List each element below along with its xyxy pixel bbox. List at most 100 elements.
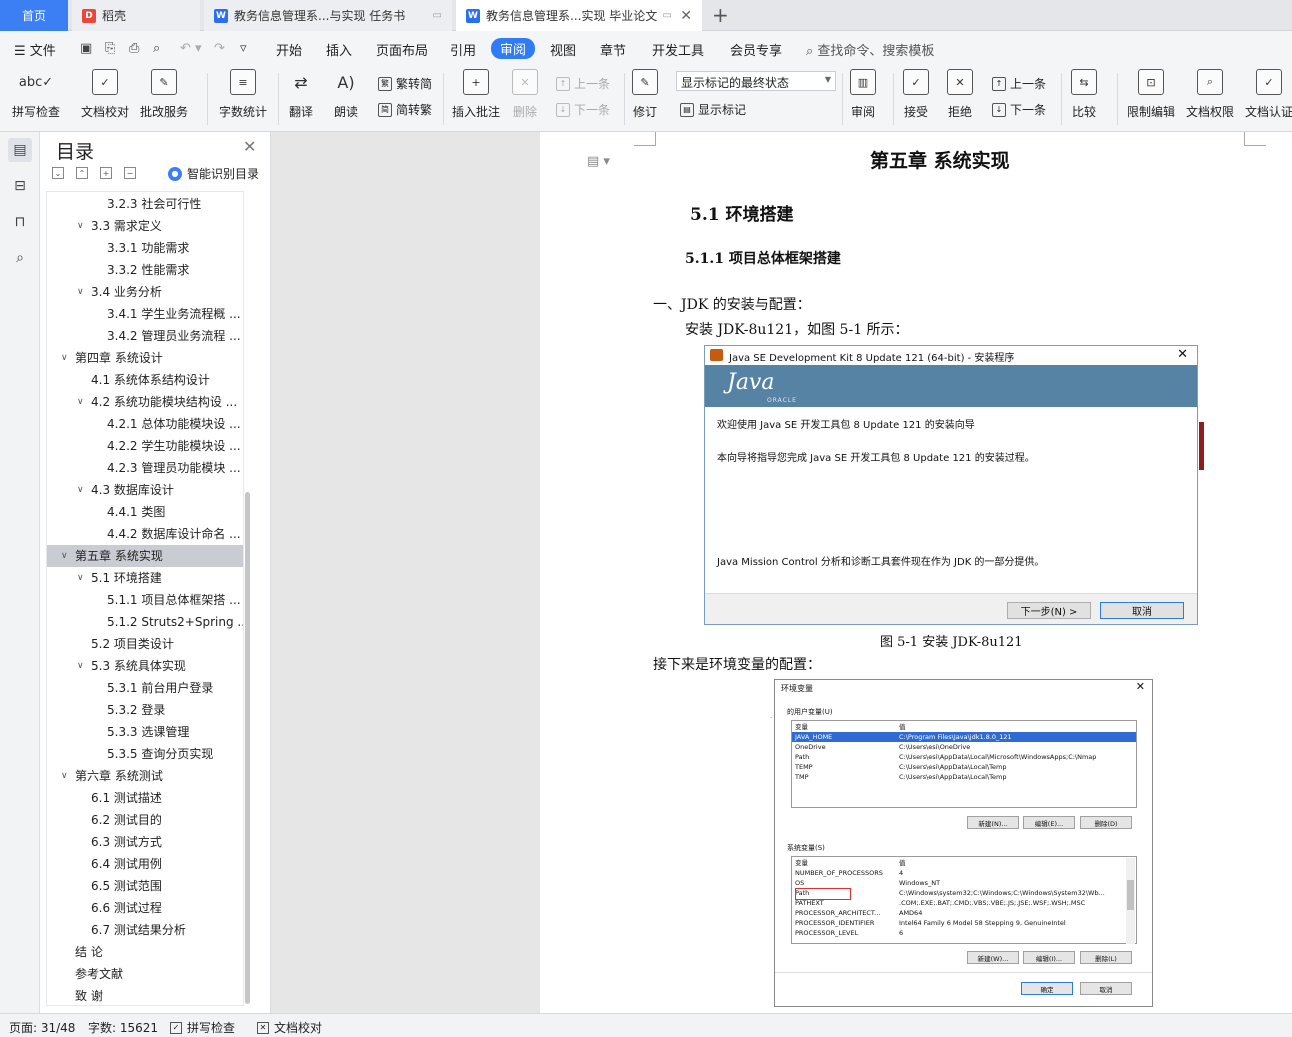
menu-reference[interactable]: 引用 bbox=[450, 40, 476, 59]
tab-home[interactable]: 首页 bbox=[0, 0, 68, 31]
toc-item[interactable]: 6.1 测试描述 bbox=[47, 787, 243, 809]
word-count-button[interactable]: ≡ 字数统计 bbox=[219, 69, 267, 120]
chevron-down-icon[interactable]: ∨ bbox=[77, 479, 84, 501]
collapse-all-icon[interactable]: ⌄ bbox=[52, 167, 64, 179]
toc-item[interactable]: ∨ 第五章 系统实现 bbox=[47, 545, 243, 567]
toc-item[interactable]: ∨ 3.3 需求定义 bbox=[47, 215, 243, 237]
chevron-down-icon[interactable]: ∨ bbox=[61, 545, 68, 567]
search-icon[interactable]: ⌕ bbox=[8, 246, 32, 270]
close-icon[interactable]: ✕ bbox=[680, 8, 692, 24]
toc-item[interactable]: ∨ 5.1 环境搭建 bbox=[47, 567, 243, 589]
toc-item[interactable]: 致 谢 bbox=[47, 985, 243, 1005]
translate-button[interactable]: ⇄ 翻译 bbox=[288, 69, 314, 120]
toc-item[interactable]: 6.4 测试用例 bbox=[47, 853, 243, 875]
toc-scrollbar[interactable] bbox=[245, 492, 250, 1004]
bookmark-icon[interactable]: ⊓ bbox=[8, 210, 32, 234]
toc-item[interactable]: 5.1.1 项目总体框架搭 ... bbox=[47, 589, 243, 611]
toc-item[interactable]: 4.4.2 数据库设计命名 ... bbox=[47, 523, 243, 545]
page-indicator[interactable]: 页面: 31/48 bbox=[9, 1019, 75, 1036]
document-permission-button[interactable]: ⌕ 文档权限 bbox=[1186, 69, 1234, 120]
tab-docer[interactable]: D 稻壳 bbox=[72, 0, 200, 31]
compare-button[interactable]: ⇆ 比较 bbox=[1071, 69, 1097, 120]
toc-item[interactable]: 4.2.3 管理员功能模块 ... bbox=[47, 457, 243, 479]
show-markup-button[interactable]: ▤ 显示标记 bbox=[680, 101, 746, 118]
markup-state-select[interactable]: 显示标记的最终状态 ▼ bbox=[676, 71, 836, 91]
chevron-down-icon[interactable]: ∨ bbox=[77, 391, 84, 413]
toc-item[interactable]: 3.2.3 社会可行性 bbox=[47, 193, 243, 215]
insert-comment-button[interactable]: + 插入批注 bbox=[452, 69, 500, 120]
toc-item[interactable]: 4.2.1 总体功能模块设 ... bbox=[47, 413, 243, 435]
menu-insert[interactable]: 插入 bbox=[326, 40, 352, 59]
page-options-icon[interactable]: ▤ ▾ bbox=[587, 154, 610, 169]
preview-icon[interactable]: ⌕ bbox=[153, 41, 160, 56]
review-pane-button[interactable]: ▥ 审阅 bbox=[850, 69, 876, 120]
toc-item[interactable]: 6.7 测试结果分析 bbox=[47, 919, 243, 941]
accept-button[interactable]: ✓ 接受 bbox=[903, 69, 929, 120]
toc-item[interactable]: 参考文献 bbox=[47, 963, 243, 985]
add-heading-icon[interactable]: + bbox=[100, 167, 112, 179]
toc-item[interactable]: 4.4.1 类图 bbox=[47, 501, 243, 523]
status-proofread[interactable]: ✕ 文档校对 bbox=[257, 1019, 322, 1036]
redo-icon[interactable]: ↷ bbox=[214, 41, 225, 56]
command-search[interactable]: ⌕ 查找命令、搜索模板 bbox=[806, 40, 934, 59]
toc-item[interactable]: 6.2 测试目的 bbox=[47, 809, 243, 831]
toc-item[interactable]: 6.5 测试范围 bbox=[47, 875, 243, 897]
toc-item[interactable]: 5.3.2 登录 bbox=[47, 699, 243, 721]
menu-start[interactable]: 开始 bbox=[276, 40, 302, 59]
correction-service-button[interactable]: ✎ 批改服务 bbox=[140, 69, 188, 120]
print-icon[interactable]: ⎙ bbox=[129, 41, 139, 56]
word-count-indicator[interactable]: 字数: 15621 bbox=[88, 1019, 158, 1036]
chevron-down-icon[interactable]: ∨ bbox=[77, 567, 84, 589]
toc-item[interactable]: 4.2.2 学生功能模块设 ... bbox=[47, 435, 243, 457]
toc-item[interactable]: 5.1.2 Struts2+Spring ... bbox=[47, 611, 243, 633]
delete-comment-button[interactable]: ✕ 删除 bbox=[512, 69, 538, 120]
restrict-editing-button[interactable]: ⊡ 限制编辑 bbox=[1127, 69, 1175, 120]
trad-to-simp-button[interactable]: 繁繁转简 bbox=[378, 75, 432, 92]
file-menu[interactable]: ☰ 文件 bbox=[14, 40, 56, 59]
close-icon[interactable]: ✕ bbox=[243, 137, 256, 156]
export-icon[interactable]: ⎘ bbox=[105, 41, 115, 56]
undo-icon[interactable]: ↶ ▾ bbox=[180, 41, 202, 56]
proofread-button[interactable]: ✓ 文档校对 bbox=[81, 69, 129, 120]
toc-item[interactable]: ∨ 4.2 系统功能模块结构设 ... bbox=[47, 391, 243, 413]
toc-panel-icon[interactable]: ▤ bbox=[8, 138, 32, 162]
menu-view[interactable]: 视图 bbox=[550, 40, 576, 59]
read-aloud-button[interactable]: A) 朗读 bbox=[333, 69, 359, 120]
track-changes-button[interactable]: ✎ 修订 bbox=[632, 69, 658, 120]
menu-member[interactable]: 会员专享 bbox=[730, 40, 782, 59]
next-change-button[interactable]: ↓ 下一条 bbox=[992, 101, 1046, 118]
toc-item[interactable]: 6.6 测试过程 bbox=[47, 897, 243, 919]
toc-item[interactable]: ∨ 4.3 数据库设计 bbox=[47, 479, 243, 501]
toc-item[interactable]: ∨ 第四章 系统设计 bbox=[47, 347, 243, 369]
simp-to-trad-button[interactable]: 简简转繁 bbox=[378, 101, 432, 118]
spell-check-button[interactable]: abc✓ 拼写检查 bbox=[12, 69, 60, 120]
menu-layout[interactable]: 页面布局 bbox=[376, 40, 428, 59]
chapter-nav-icon[interactable]: ⊟ bbox=[8, 174, 32, 198]
chevron-down-icon[interactable]: ∨ bbox=[77, 215, 84, 237]
chevron-down-icon[interactable]: ∨ bbox=[77, 281, 84, 303]
chevron-down-icon[interactable]: ∨ bbox=[77, 655, 84, 677]
expand-up-icon[interactable]: ⌃ bbox=[76, 167, 88, 179]
document-page[interactable]: ▤ ▾ 第五章 系统实现 5.1 环境搭建 5.1.1 项目总体框架搭建 一、J… bbox=[540, 132, 1292, 1013]
tab-document-task[interactable]: W 教务信息管理系...与实现 任务书 ▭ bbox=[204, 0, 452, 31]
toc-item[interactable]: 3.3.1 功能需求 bbox=[47, 237, 243, 259]
toc-item[interactable]: 4.1 系统体系结构设计 bbox=[47, 369, 243, 391]
next-comment-button[interactable]: ↓ 下一条 bbox=[556, 101, 610, 118]
toc-item[interactable]: 3.3.2 性能需求 bbox=[47, 259, 243, 281]
toc-item[interactable]: 5.2 项目类设计 bbox=[47, 633, 243, 655]
menu-dev-tools[interactable]: 开发工具 bbox=[652, 40, 704, 59]
reject-button[interactable]: ✕ 拒绝 bbox=[947, 69, 973, 120]
status-spell-check[interactable]: ✓ 拼写检查 bbox=[170, 1019, 235, 1036]
customize-icon[interactable]: ▿ bbox=[240, 41, 247, 56]
tab-document-thesis[interactable]: W 教务信息管理系...实现 毕业论文 ▭ ✕ bbox=[456, 0, 702, 31]
toc-item[interactable]: 6.3 测试方式 bbox=[47, 831, 243, 853]
toc-item[interactable]: 3.4.2 管理员业务流程 ... bbox=[47, 325, 243, 347]
menu-chapter[interactable]: 章节 bbox=[600, 40, 626, 59]
document-certify-button[interactable]: ✓ 文档认证 bbox=[1245, 69, 1292, 120]
prev-change-button[interactable]: ↑ 上一条 bbox=[992, 75, 1046, 92]
remove-heading-icon[interactable]: − bbox=[124, 167, 136, 179]
menu-review[interactable]: 审阅 bbox=[491, 38, 536, 59]
toc-item[interactable]: 结 论 bbox=[47, 941, 243, 963]
new-tab-plus-icon[interactable]: + bbox=[712, 3, 729, 27]
toc-item[interactable]: 3.4.1 学生业务流程概 ... bbox=[47, 303, 243, 325]
